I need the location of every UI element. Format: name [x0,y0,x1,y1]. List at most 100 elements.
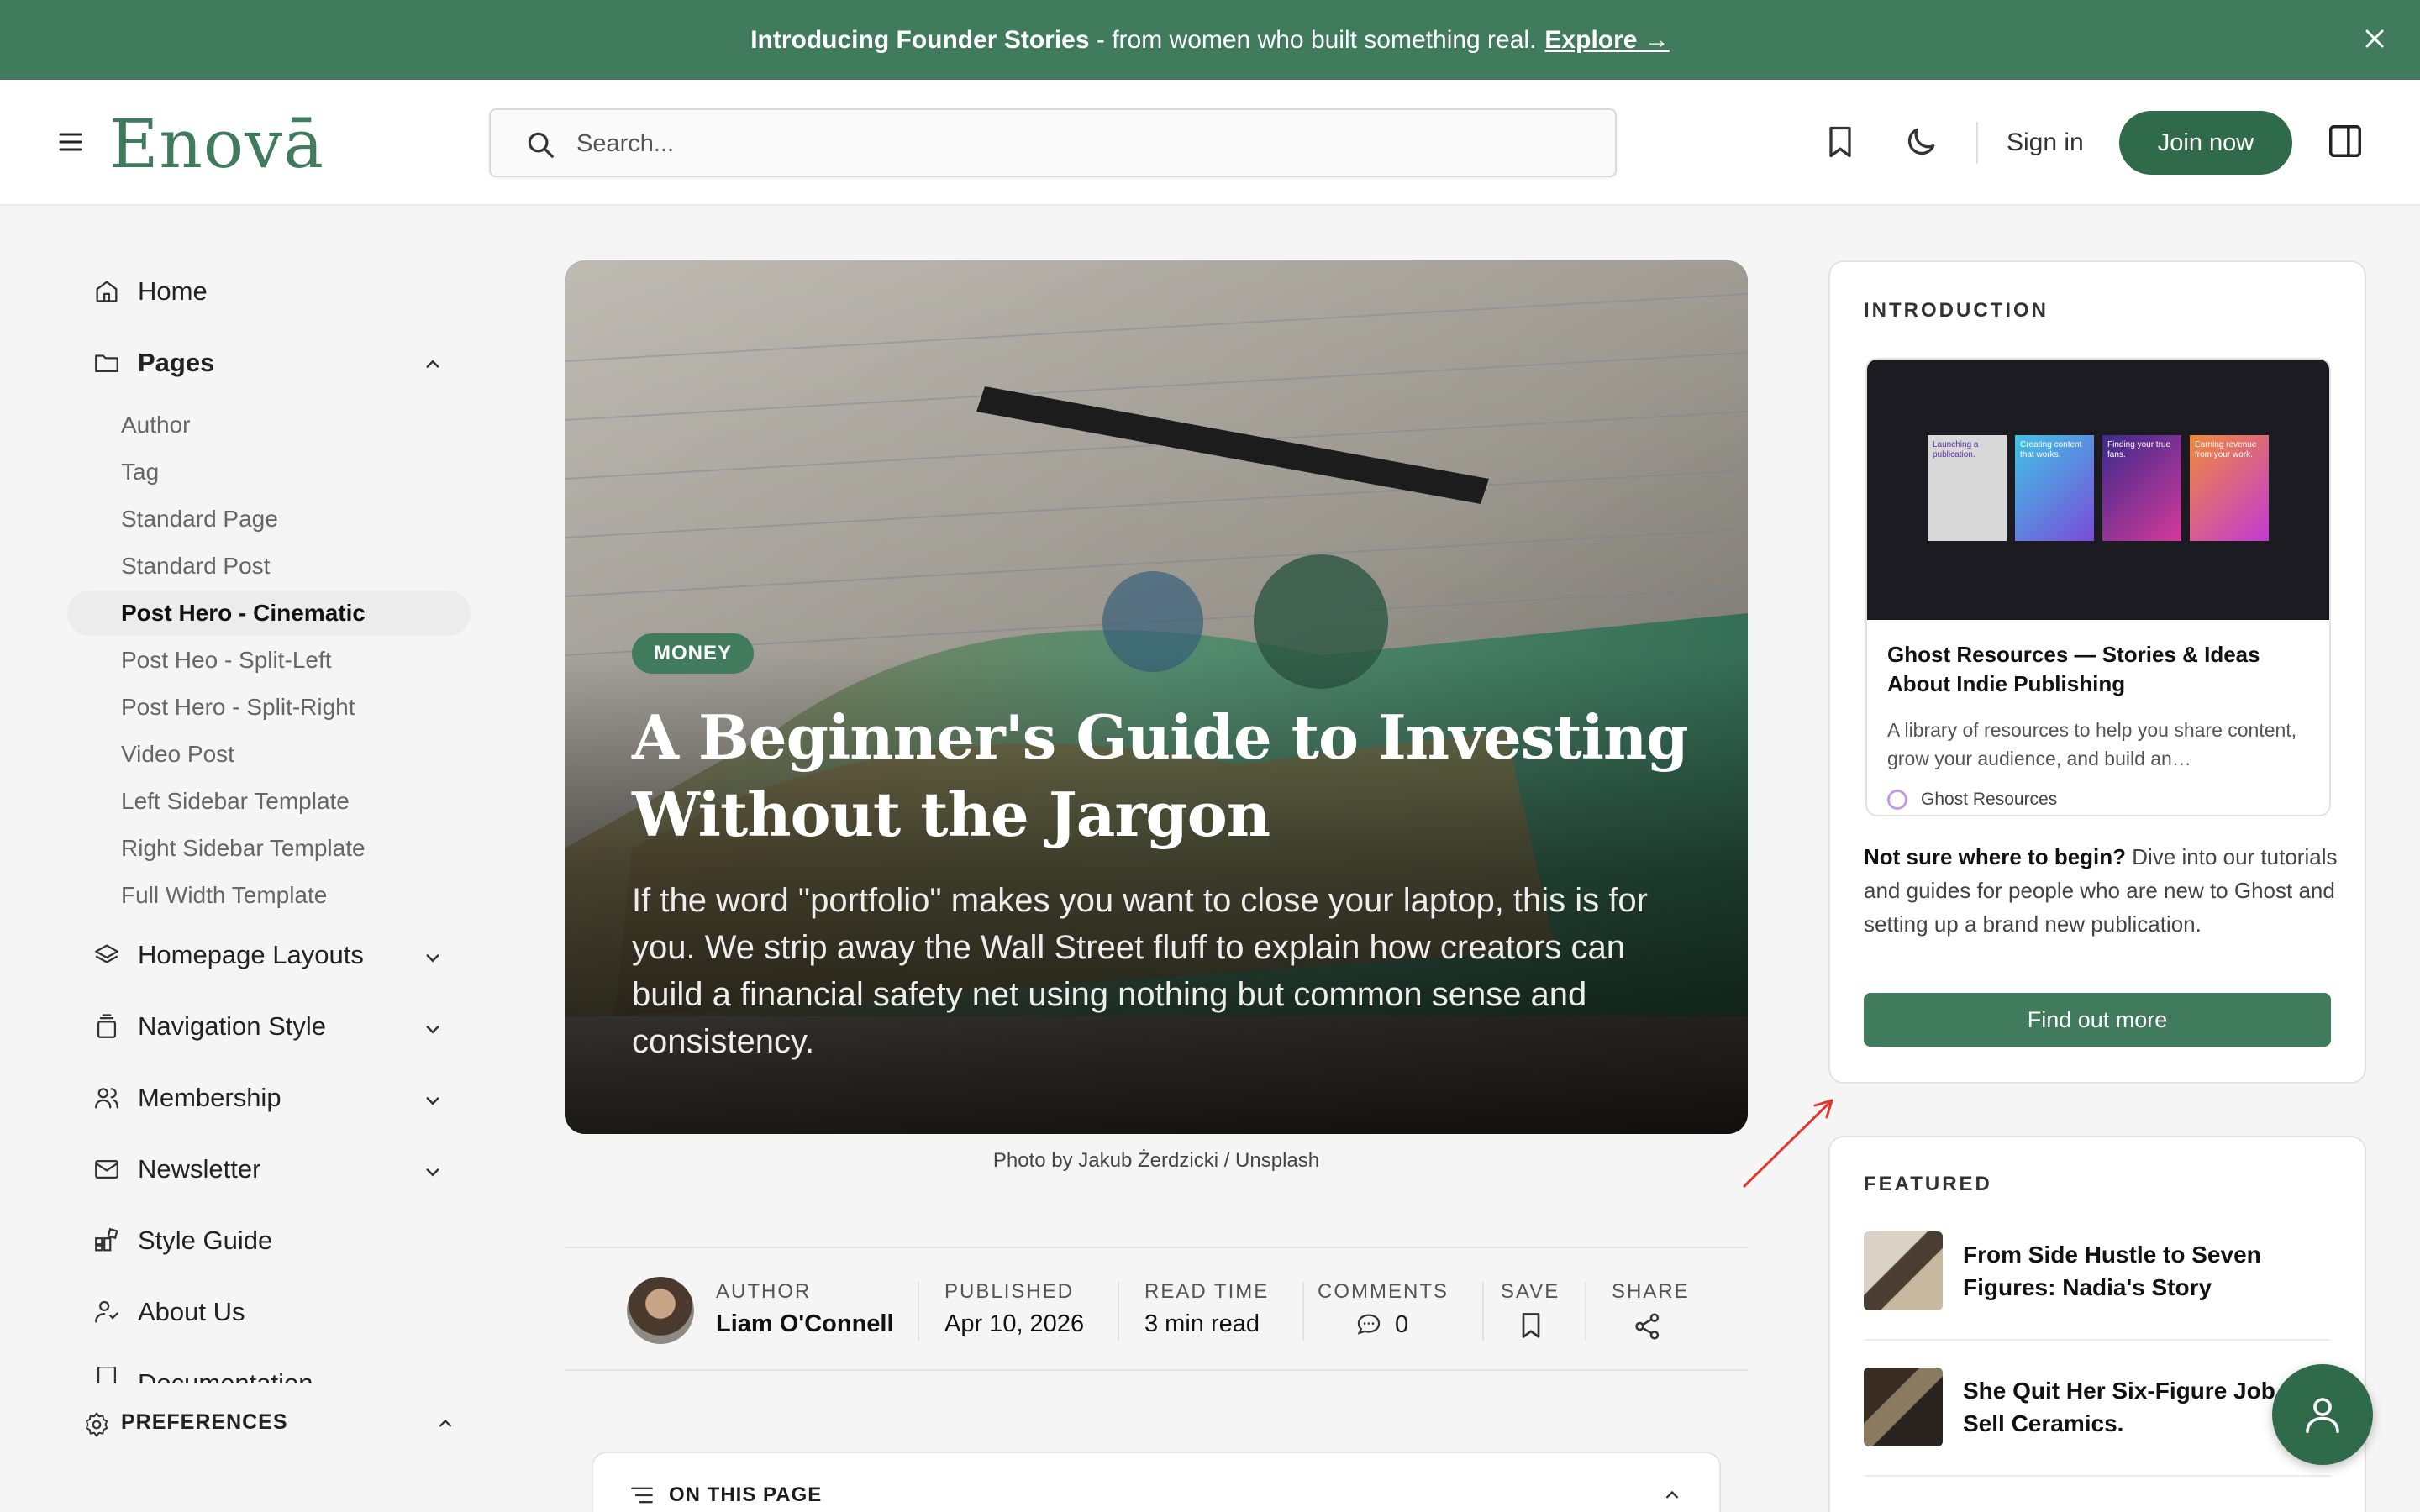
comments-button[interactable]: 0 [1355,1310,1408,1339]
sidebar-sub-author[interactable]: Author [121,412,191,438]
user-icon [2306,1398,2339,1434]
introduction-widget: INTRODUCTION Launching a publication. Cr… [1828,260,2366,1084]
sidebar-sub-right-sidebar-template[interactable]: Right Sidebar Template [121,835,366,862]
sidebar-sub-post-hero-split-right[interactable]: Post Hero - Split-Right [121,694,355,721]
bookmark-icon[interactable] [1822,123,1859,160]
source-icon [1887,790,1907,810]
promo-thumb-4: Earning revenue from your work. [2190,435,2269,541]
post-meta: AUTHOR Liam O'Connell PUBLISHED Apr 10, … [565,1247,1748,1371]
sidebar-item-about-us[interactable]: About Us [92,1297,245,1327]
sidebar-sub-standard-page[interactable]: Standard Page [121,506,278,533]
introduction-text: Not sure where to begin? Dive into our t… [1864,844,2338,937]
promo-description: A library of resources to help you share… [1887,719,2297,769]
bookmark-icon[interactable] [1516,1310,1546,1341]
chevron-up-icon[interactable] [1660,1483,1684,1507]
promo-card[interactable]: Launching a publication. Creating conten… [1865,358,2331,816]
announcement-bar: Introducing Founder Stories - from women… [0,0,2420,80]
explore-link[interactable]: Explore → [1544,26,1669,55]
close-icon[interactable] [2360,24,2390,54]
header-divider [1976,122,1978,164]
site-header: Enovā Sign in Join now [0,80,2420,206]
search-input[interactable] [576,122,1585,165]
sidebar-item-membership[interactable]: Membership [92,1083,281,1113]
featured-thumb [1864,1368,1943,1446]
sign-in-link[interactable]: Sign in [2007,129,2084,157]
save-label: SAVE [1501,1280,1560,1303]
blocks-icon [95,1227,118,1252]
site-logo[interactable]: Enovā [109,105,324,183]
promo-thumb-1: Launching a publication. [1928,435,2007,541]
promo-thumb-3: Finding your true fans. [2102,435,2181,541]
annotation-arrow-icon [1743,1099,1833,1188]
sidebar-item-newsletter[interactable]: Newsletter [92,1154,260,1184]
navigation-icon [97,1014,117,1038]
readtime-value: 3 min read [1144,1310,1260,1337]
find-out-more-button[interactable]: Find out more [1864,993,2331,1047]
folder-icon [95,354,118,373]
featured-widget: FEATURED From Side Hustle to Seven Figur… [1828,1136,2366,1512]
sidebar-sub-tag[interactable]: Tag [121,459,159,486]
sidebar-sub-post-hero-split-left[interactable]: Post Heo - Split-Left [121,647,332,674]
featured-thumb [1864,1231,1943,1310]
chevron-down-icon[interactable] [420,1016,445,1042]
post-excerpt: If the word "portfolio" makes you want t… [632,882,1648,1060]
layers-icon [95,944,118,963]
sidebar-item-navigation-style[interactable]: Navigation Style [92,1011,326,1042]
published-date: Apr 10, 2026 [944,1310,1085,1337]
chevron-up-icon[interactable] [420,352,445,377]
on-this-page-toggle[interactable]: ON THIS PAGE [592,1452,1721,1512]
introduction-title: INTRODUCTION [1864,299,2049,322]
dark-mode-icon[interactable] [1902,123,1939,160]
post-hero: MONEY A Beginner's Guide to Investing Wi… [565,260,1748,1134]
mail-icon [95,1159,118,1179]
featured-title: FEATURED [1864,1173,1992,1195]
meta-divider [1585,1282,1586,1341]
sidebar-sub-standard-post[interactable]: Standard Post [121,553,270,580]
preferences-panel[interactable]: PREFERENCES [0,1383,504,1512]
photo-caption: Photo by Jakub Żerdzicki / Unsplash [992,1149,1320,1172]
chevron-down-icon[interactable] [420,1159,445,1184]
announcement-text: Introducing Founder Stories - from women… [750,25,1537,54]
meta-divider [1482,1282,1484,1341]
category-tag[interactable]: MONEY [632,633,755,674]
promo-image: Launching a publication. Creating conten… [1867,360,2329,620]
featured-divider [1864,1339,2331,1341]
share-label: SHARE [1612,1280,1690,1303]
sidebar-item-pages[interactable]: Pages [92,348,214,378]
sidebar-item-home[interactable]: Home [92,276,208,307]
join-now-button[interactable]: Join now [2119,111,2292,175]
featured-item-title: She Quit Her Six-Figure Job to Sell Cera… [1963,1378,2305,1436]
chevron-up-icon[interactable] [434,1412,457,1436]
sidebar-item-style-guide[interactable]: Style Guide [92,1226,272,1256]
gear-icon [85,1412,108,1437]
list-icon [631,1487,653,1504]
meta-divider [1118,1282,1119,1341]
chevron-down-icon[interactable] [420,945,445,970]
promo-source: Ghost Resources [1887,790,2057,810]
comment-icon [1357,1314,1381,1335]
search-bar[interactable] [489,108,1617,177]
sidebar-sub-left-sidebar-template[interactable]: Left Sidebar Template [121,788,350,815]
author-avatar[interactable] [627,1277,694,1344]
account-fab[interactable] [2272,1364,2373,1465]
comments-count: 0 [1395,1310,1409,1338]
left-sidebar: Home Pages Author Tag Standard Page Stan… [0,207,504,1512]
meta-divider [1302,1282,1304,1341]
featured-item-title: From Side Hustle to Seven Figures: Nadia… [1963,1242,2261,1300]
chevron-down-icon[interactable] [420,1088,445,1113]
hamburger-menu-icon[interactable] [54,127,87,157]
author-name[interactable]: Liam O'Connell [716,1310,894,1338]
sidebar-toggle-icon[interactable] [2326,122,2365,160]
post-title: A Beginner's Guide to Investing Without … [632,701,1689,850]
sidebar-sub-video-post[interactable]: Video Post [121,741,234,768]
search-icon [528,132,554,158]
sidebar-item-homepage-layouts[interactable]: Homepage Layouts [92,940,364,970]
preferences-label: PREFERENCES [121,1410,288,1434]
comments-label: COMMENTS [1318,1280,1449,1303]
promo-thumb-2: Creating content that works. [2015,435,2094,541]
sidebar-sub-post-hero-cinematic[interactable]: Post Hero - Cinematic [121,600,366,627]
share-icon[interactable] [1632,1310,1664,1342]
published-label: PUBLISHED [944,1280,1075,1303]
featured-divider [1864,1475,2331,1477]
sidebar-sub-full-width-template[interactable]: Full Width Template [121,882,327,909]
